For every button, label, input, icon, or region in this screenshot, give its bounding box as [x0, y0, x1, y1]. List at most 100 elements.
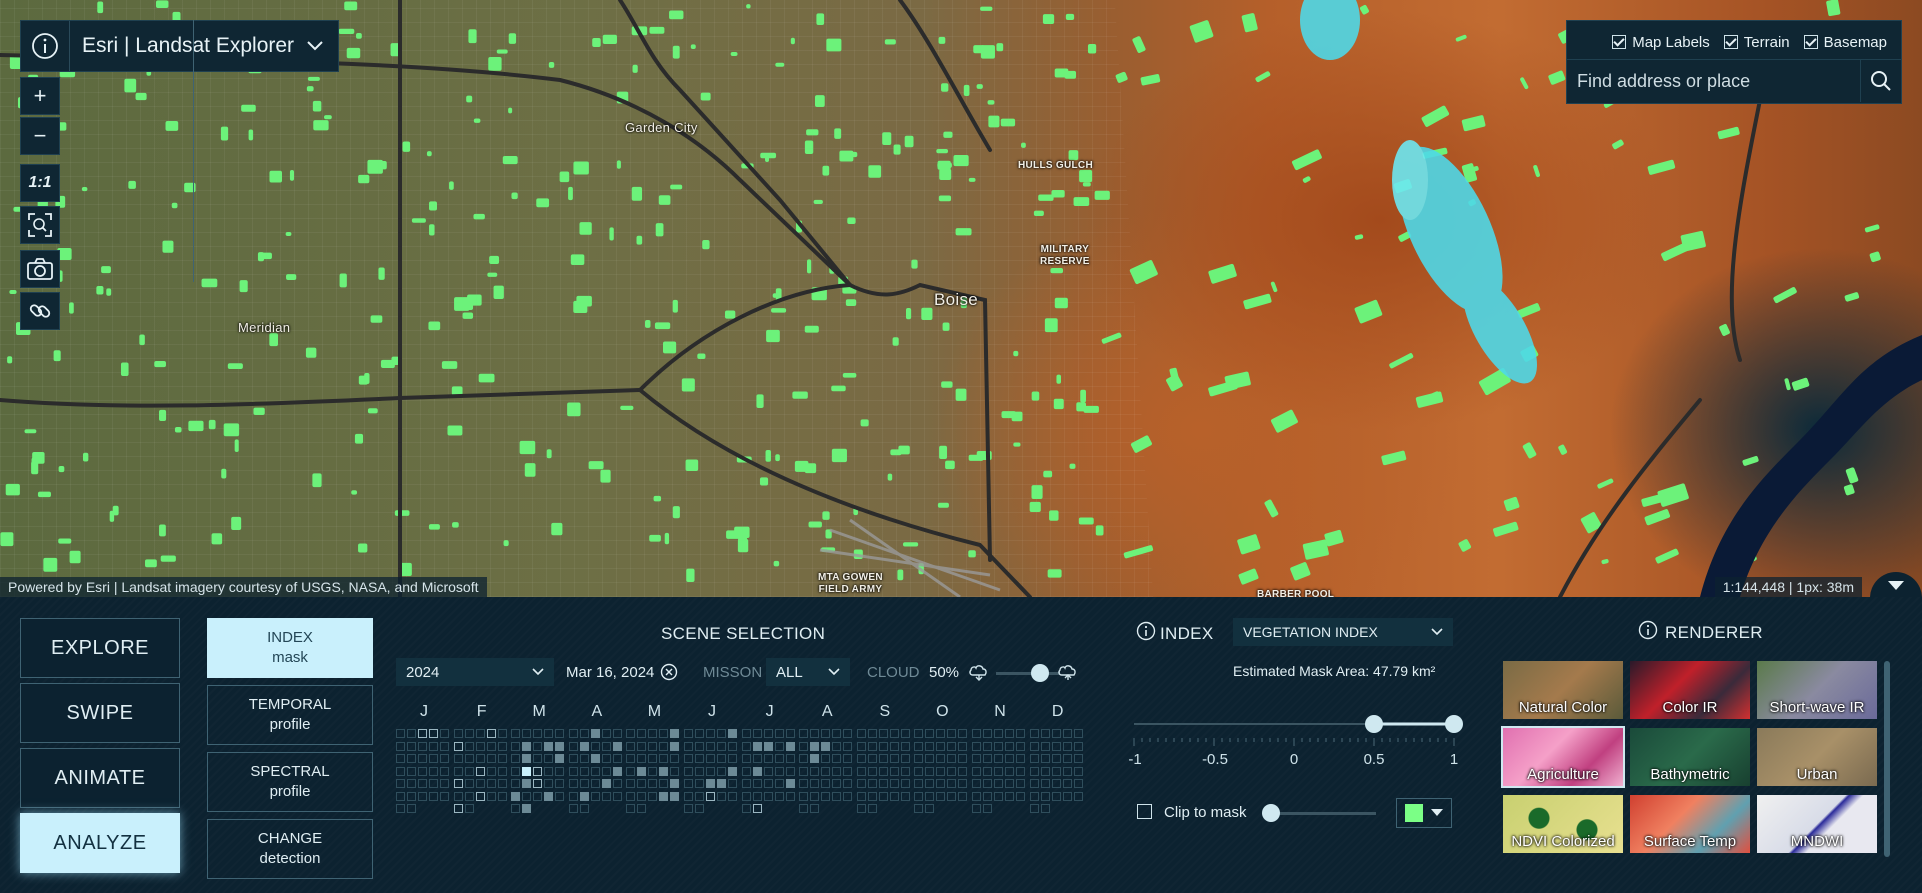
calendar-day[interactable]	[555, 754, 565, 763]
zoom-in-button[interactable]: +	[20, 77, 60, 115]
calendar-day[interactable]	[728, 766, 737, 776]
cloud-slider-handle[interactable]	[1031, 664, 1049, 682]
index-dropdown[interactable]: VEGETATION INDEX	[1233, 618, 1453, 646]
calendar-day[interactable]	[511, 791, 521, 801]
search-input[interactable]	[1567, 60, 1860, 102]
calendar-day[interactable]	[429, 729, 438, 738]
calendar-day[interactable]	[612, 766, 622, 776]
calendar-day[interactable]	[785, 779, 795, 788]
mask-opacity-slider-track[interactable]	[1270, 812, 1376, 815]
calendar-day[interactable]	[706, 791, 715, 801]
toggle-terrain[interactable]: Terrain	[1723, 31, 1790, 53]
map-view[interactable]: Garden City HULLS GULCH MILITARY RESERVE…	[0, 0, 1922, 597]
index-range-min-handle[interactable]	[1365, 715, 1383, 733]
mode-analyze-button[interactable]: ANALYZE	[20, 813, 180, 873]
renderer-tile-natural-color[interactable]: Natural Color	[1503, 661, 1623, 719]
calendar-day[interactable]	[475, 791, 485, 801]
toggle-map-labels[interactable]: Map Labels	[1612, 31, 1710, 53]
zoom-out-button[interactable]: −	[20, 117, 60, 155]
renderer-tile-color-ir[interactable]: Color IR	[1630, 661, 1750, 719]
renderer-scrollbar[interactable]	[1884, 661, 1890, 857]
calendar-day[interactable]	[590, 729, 600, 738]
clear-date-icon[interactable]	[660, 663, 678, 681]
calendar-day[interactable]	[544, 741, 554, 751]
mission-dropdown[interactable]: ALL	[766, 658, 850, 686]
calendar-day[interactable]	[752, 804, 762, 813]
terrain-checkbox[interactable]	[1723, 35, 1738, 49]
calendar-day[interactable]	[533, 779, 543, 788]
calendar-day[interactable]	[810, 741, 820, 751]
calendar-day[interactable]	[453, 804, 463, 813]
calendar-day[interactable]	[544, 791, 554, 801]
clip-to-mask-checkbox[interactable]	[1137, 804, 1152, 819]
renderer-tile-short-wave-ir[interactable]: Short-wave IR	[1757, 661, 1877, 719]
calendar-day[interactable]	[555, 741, 565, 751]
calendar-day[interactable]	[670, 779, 680, 788]
renderer-info-icon[interactable]	[1638, 620, 1658, 640]
mask-opacity-slider-handle[interactable]	[1262, 804, 1280, 822]
renderer-tile-urban[interactable]: Urban	[1757, 728, 1877, 786]
renderer-tile-bathymetric[interactable]: Bathymetric	[1630, 728, 1750, 786]
calendar-day[interactable]	[763, 741, 773, 751]
calendar-day-selected[interactable]	[522, 766, 532, 776]
calendar-day[interactable]	[670, 729, 680, 738]
index-range-max-handle[interactable]	[1445, 715, 1463, 733]
zoom-to-extent-button[interactable]	[20, 206, 60, 244]
calendar-day[interactable]	[418, 729, 427, 738]
app-menu-toggle[interactable]	[306, 40, 338, 52]
calendar-day[interactable]	[659, 766, 669, 776]
tool-index-mask[interactable]: INDEX mask	[207, 618, 373, 678]
date-field[interactable]: Mar 16, 2024	[566, 663, 678, 681]
renderer-tile-mndwi[interactable]: MNDWI	[1757, 795, 1877, 853]
calendar-day[interactable]	[533, 766, 543, 776]
index-info-icon[interactable]	[1136, 621, 1156, 641]
calendar-day[interactable]	[522, 754, 532, 763]
one-to-one-button[interactable]: 1:1	[20, 164, 60, 202]
renderer-tile-agriculture[interactable]: Agriculture	[1501, 726, 1625, 788]
calendar-day[interactable]	[706, 779, 715, 788]
tool-spectral-profile[interactable]: SPECTRAL profile	[207, 752, 373, 812]
vegetation-patch	[592, 37, 601, 48]
calendar-day[interactable]	[612, 741, 622, 751]
calendar-day[interactable]	[810, 754, 820, 763]
map-labels-checkbox[interactable]	[1612, 35, 1627, 49]
calendar-day[interactable]	[752, 766, 762, 776]
tool-temporal-profile[interactable]: TEMPORAL profile	[207, 685, 373, 745]
year-dropdown[interactable]: 2024	[396, 658, 554, 686]
calendar-day[interactable]	[785, 741, 795, 751]
calendar-day[interactable]	[590, 754, 600, 763]
calendar-day[interactable]	[522, 779, 532, 788]
calendar-day[interactable]	[637, 766, 647, 776]
info-button[interactable]	[21, 21, 70, 71]
renderer-tile-ndvi-colorized[interactable]: NDVI Colorized	[1503, 795, 1623, 853]
calendar-day[interactable]	[453, 741, 463, 751]
search-button[interactable]	[1860, 60, 1901, 102]
mode-explore-button[interactable]: EXPLORE	[20, 618, 180, 678]
calendar-day[interactable]	[579, 741, 589, 751]
mode-swipe-button[interactable]: SWIPE	[20, 683, 180, 743]
calendar-day[interactable]	[486, 729, 496, 738]
calendar-day[interactable]	[579, 791, 589, 801]
calendar-day[interactable]	[601, 779, 611, 788]
tool-change-detection[interactable]: CHANGE detection	[207, 819, 373, 879]
calendar-day[interactable]	[453, 779, 463, 788]
calendar-day[interactable]	[475, 766, 485, 776]
calendar-day[interactable]	[522, 804, 532, 813]
mask-color-picker[interactable]	[1396, 798, 1452, 828]
calendar-day[interactable]	[659, 791, 669, 801]
screenshot-button[interactable]	[20, 250, 60, 288]
calendar-day[interactable]	[522, 741, 532, 751]
basemap-checkbox[interactable]	[1803, 35, 1818, 49]
calendar-day	[533, 754, 543, 763]
calendar-day[interactable]	[670, 741, 680, 751]
cloud-slider-track[interactable]	[996, 672, 1060, 675]
calendar-day[interactable]	[752, 741, 762, 751]
calendar-day[interactable]	[717, 779, 726, 788]
calendar-day[interactable]	[670, 791, 680, 801]
toggle-basemap[interactable]: Basemap	[1803, 31, 1887, 53]
mode-animate-button[interactable]: ANIMATE	[20, 748, 180, 808]
calendar-day[interactable]	[728, 729, 737, 738]
calendar-day[interactable]	[821, 741, 831, 751]
copy-link-button[interactable]	[20, 292, 60, 330]
renderer-tile-surface-temp[interactable]: Surface Temp	[1630, 795, 1750, 853]
